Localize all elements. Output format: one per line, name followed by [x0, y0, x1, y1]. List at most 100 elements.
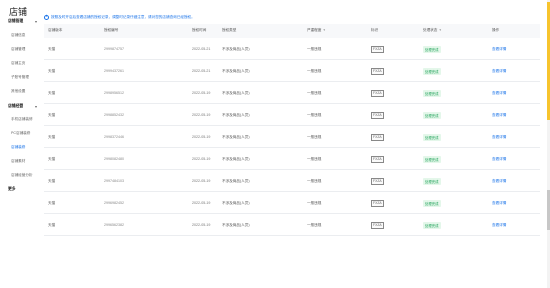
view-details-link[interactable]: 查看详情: [492, 113, 506, 118]
cell-version: 天猫: [48, 47, 56, 51]
col-header-severity-label: 严重程度: [307, 28, 322, 32]
cell-severity: 一般违规: [307, 157, 322, 161]
cell-date: 2022-05-19: [192, 91, 211, 95]
cell-type: 不涉及商品(人员): [222, 157, 250, 161]
sidebar: 店铺管理 ▾ 店铺信息 店铺管理 店铺主页 子账号管理 其他设置 店铺经营 ▾ …: [0, 16, 42, 288]
sidebar-group-store-operation[interactable]: 店铺经营 ▾: [8, 104, 37, 109]
table-row: 天猫 2999874757 2022-05-21 不涉及商品(人员) 一般违规 FXZA 处…: [44, 38, 540, 60]
cell-tag: FXZA: [371, 89, 384, 97]
cell-severity: 一般违规: [307, 47, 322, 51]
col-header-severity[interactable]: 严重程度 ▾: [307, 28, 325, 33]
cell-id: 2998082480: [104, 157, 124, 161]
view-details-link[interactable]: 查看详情: [492, 135, 506, 140]
col-header-action: 操作: [492, 28, 500, 32]
cell-type: 不涉及商品(人员): [222, 223, 250, 227]
sidebar-item-other-settings[interactable]: 其他设置: [11, 89, 25, 94]
sidebar-item-sub-accounts[interactable]: 子账号管理: [11, 75, 29, 80]
status-badge: 处理完成: [423, 155, 441, 163]
cell-type: 不涉及商品(人员): [222, 135, 250, 139]
view-details-link[interactable]: 查看详情: [492, 91, 506, 96]
cell-severity: 一般违规: [307, 179, 322, 183]
cell-date: 2022-05-19: [192, 179, 211, 183]
sidebar-item-store-analysis[interactable]: 店铺经营分析: [11, 173, 33, 178]
view-details-link[interactable]: 查看详情: [492, 201, 506, 206]
status-badge: 处理完成: [423, 111, 441, 119]
cell-tag: FXZA: [371, 133, 384, 141]
cell-severity: 一般违规: [307, 201, 322, 205]
cell-type: 不涉及商品(人员): [222, 201, 250, 205]
sidebar-group-label: 店铺管理: [8, 19, 24, 23]
sidebar-more[interactable]: 更多: [8, 187, 16, 192]
view-details-link[interactable]: 查看详情: [492, 157, 506, 162]
cell-id: 2999874757: [104, 47, 124, 51]
view-details-link[interactable]: 查看详情: [492, 179, 506, 184]
cell-tag: FXZA: [371, 199, 384, 207]
filter-icon[interactable]: ▾: [439, 28, 441, 32]
filter-icon[interactable]: ▾: [323, 28, 325, 32]
sidebar-item-store-decor[interactable]: 店铺装修: [11, 145, 25, 150]
cell-version: 天猫: [48, 157, 56, 161]
cell-date: 2022-05-19: [192, 113, 211, 117]
cell-id: 2996982452: [104, 201, 124, 205]
cell-tag: FXZA: [371, 111, 384, 119]
table-row: 天猫 2999437261 2022-05-21 不涉及商品(人员) 一般违规 FXZA 处…: [44, 60, 540, 82]
view-details-link[interactable]: 查看详情: [492, 47, 506, 52]
cell-version: 天猫: [48, 91, 56, 95]
cell-id: 2998372446: [104, 135, 124, 139]
sidebar-item-store-manage[interactable]: 店铺管理: [11, 47, 25, 52]
table-row: 天猫 2998372446 2022-05-19 不涉及商品(人员) 一般违规 FXZA 处…: [44, 126, 540, 148]
cell-severity: 一般违规: [307, 135, 322, 139]
cell-type: 不涉及商品(人员): [222, 69, 250, 73]
sidebar-group-store-management[interactable]: 店铺管理 ▾: [8, 19, 37, 24]
cell-severity: 一般违规: [307, 69, 322, 73]
sidebar-item-pc-decor[interactable]: PC店铺装修: [11, 131, 30, 136]
sidebar-item-store-assets[interactable]: 店铺素材: [11, 159, 25, 164]
col-header-status-label: 处理状态: [423, 28, 438, 32]
chevron-down-icon: ▾: [35, 20, 37, 24]
cell-date: 2022-05-21: [192, 69, 211, 73]
cell-tag: FXZA: [371, 155, 384, 163]
info-notice: i 按照及时开店后查看店铺的授权记录，调整时记录仔细注意，请对您的店铺查询已经授…: [44, 13, 195, 21]
status-badge: 处理完成: [423, 45, 441, 53]
cell-date: 2022-05-19: [192, 223, 211, 227]
cell-date: 2022-05-19: [192, 135, 211, 139]
col-header-status[interactable]: 处理状态 ▾: [423, 28, 441, 33]
cell-id: 2998852432: [104, 113, 124, 117]
sidebar-item-store-info[interactable]: 店铺信息: [11, 33, 25, 38]
violation-table: 店铺版本 授权编号 授权时间 授权类型 严重程度 ▾ 标识 处理状态 ▾ 操作 天猫…: [44, 24, 540, 236]
cell-type: 不涉及商品(人员): [222, 91, 250, 95]
notice-text: 按照及时开店后查看店铺的授权记录，调整时记录仔细注意，请对您的店铺查询已经授权。: [51, 14, 195, 19]
table-row: 天猫 2998082480 2022-05-19 不涉及商品(人员) 一般违规 FXZA 处…: [44, 148, 540, 170]
view-details-link[interactable]: 查看详情: [492, 69, 506, 74]
cell-date: 2022-05-19: [192, 201, 211, 205]
status-badge: 处理完成: [423, 221, 441, 229]
cell-version: 天猫: [48, 201, 56, 205]
cell-severity: 一般违规: [307, 223, 322, 227]
status-badge: 处理完成: [423, 89, 441, 97]
sidebar-group-label: 店铺经营: [8, 104, 24, 108]
table-row: 天猫 2996562382 2022-05-19 不涉及商品(人员) 一般违规 FXZA 处…: [44, 214, 540, 236]
table-row: 天猫 2996982452 2022-05-19 不涉及商品(人员) 一般违规 FXZA 处…: [44, 192, 540, 214]
view-details-link[interactable]: 查看详情: [492, 223, 506, 228]
cell-type: 不涉及商品(人员): [222, 179, 250, 183]
cell-severity: 一般违规: [307, 113, 322, 117]
cell-severity: 一般违规: [307, 91, 322, 95]
sidebar-item-mobile-decor[interactable]: 手机店铺装修: [11, 117, 33, 122]
cell-type: 不涉及商品(人员): [222, 47, 250, 51]
col-header-version: 店铺版本: [48, 28, 63, 32]
table-body: 天猫 2999874757 2022-05-21 不涉及商品(人员) 一般违规 FXZA 处…: [44, 38, 540, 236]
status-badge: 处理完成: [423, 199, 441, 207]
status-badge: 处理完成: [423, 177, 441, 185]
table-header: 店铺版本 授权编号 授权时间 授权类型 严重程度 ▾ 标识 处理状态 ▾ 操作: [44, 24, 540, 38]
cell-tag: FXZA: [371, 177, 384, 185]
cell-version: 天猫: [48, 113, 56, 117]
cell-version: 天猫: [48, 223, 56, 227]
cell-id: 2997484103: [104, 179, 124, 183]
table-row: 天猫 2997484103 2022-05-19 不涉及商品(人员) 一般违规 FXZA 处…: [44, 170, 540, 192]
cell-id: 2998956512: [104, 91, 124, 95]
cell-date: 2022-05-19: [192, 157, 211, 161]
cell-tag: FXZA: [371, 45, 384, 53]
cell-tag: FXZA: [371, 221, 384, 229]
sidebar-item-store-home[interactable]: 店铺主页: [11, 61, 25, 66]
col-header-id: 授权编号: [104, 28, 119, 32]
